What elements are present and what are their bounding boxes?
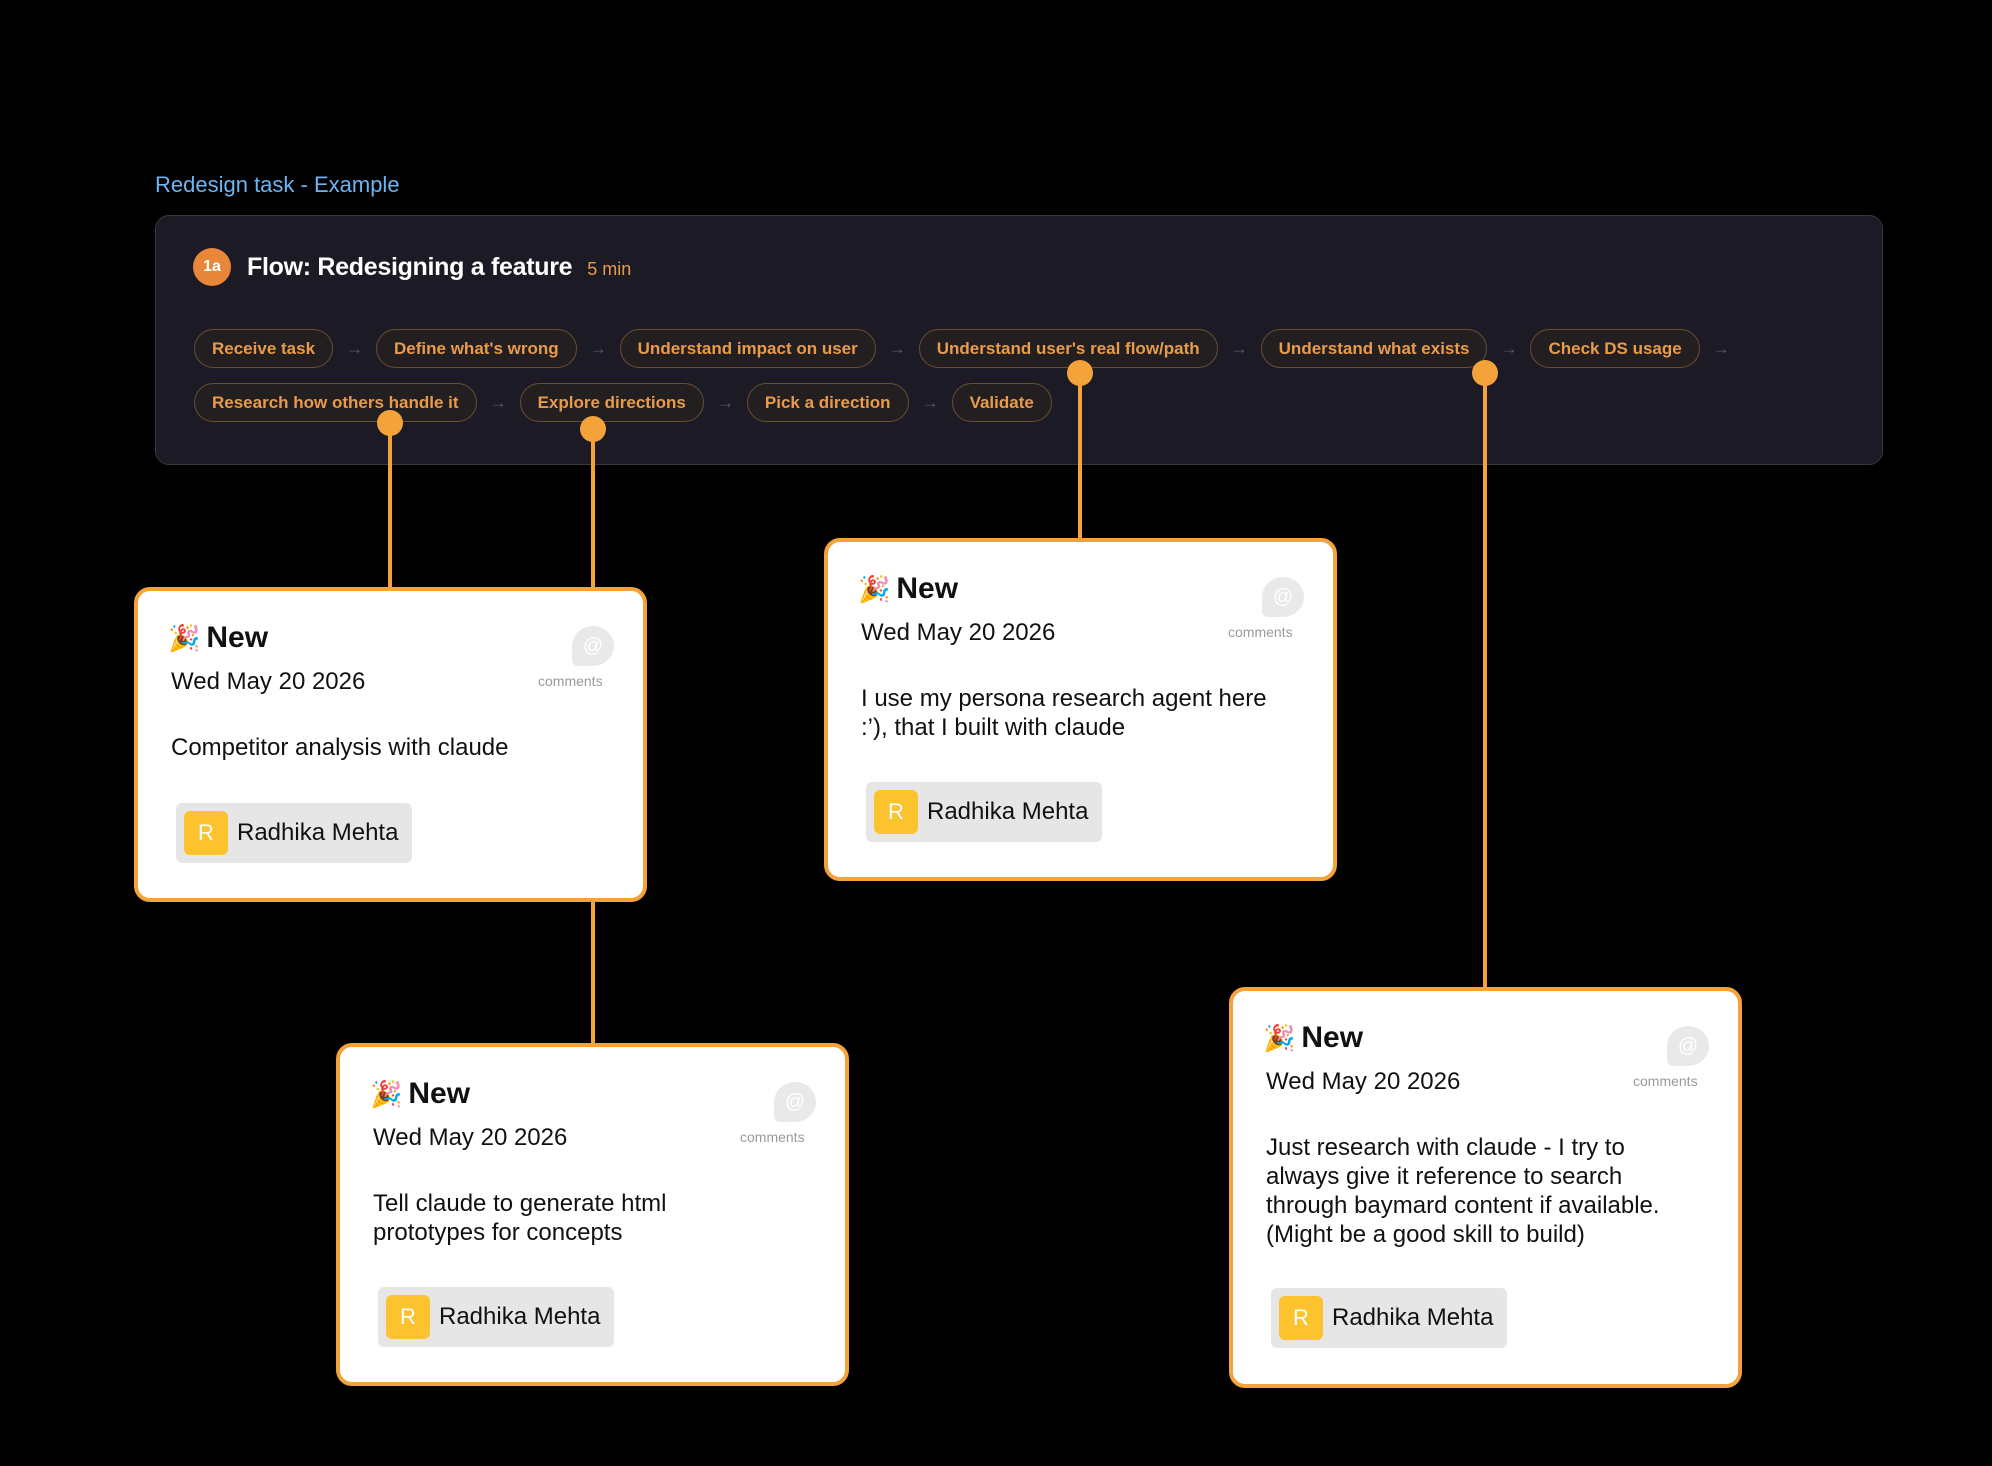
card-date: Wed May 20 2026 xyxy=(373,1124,568,1151)
card-body: Just research with claude - I try to alw… xyxy=(1266,1134,1660,1248)
author-name: Radhika Mehta xyxy=(1332,1304,1494,1331)
party-popper-icon: 🎉 xyxy=(370,1078,403,1109)
comment-at-icon[interactable]: @ xyxy=(1667,1026,1709,1066)
author-chip[interactable]: R Radhika Mehta xyxy=(176,803,413,863)
comments-label: comments xyxy=(1633,1073,1698,1089)
card-body: Competitor analysis with claude xyxy=(171,734,509,761)
card-status: 🎉 New xyxy=(370,1077,471,1110)
card-status: 🎉 New xyxy=(1263,1021,1364,1054)
comment-at-icon[interactable]: @ xyxy=(774,1082,816,1122)
party-popper-icon: 🎉 xyxy=(1263,1022,1296,1053)
connector-dot xyxy=(377,410,403,436)
party-popper-icon: 🎉 xyxy=(168,622,201,653)
connector-dot xyxy=(1472,360,1498,386)
comments-label: comments xyxy=(1228,624,1293,640)
author-chip[interactable]: R Radhika Mehta xyxy=(378,1287,615,1347)
card-date: Wed May 20 2026 xyxy=(171,668,366,695)
card-body: Tell claude to generate html prototypes … xyxy=(373,1190,667,1246)
avatar: R xyxy=(184,811,228,855)
avatar: R xyxy=(386,1295,430,1339)
card-date: Wed May 20 2026 xyxy=(861,619,1056,646)
comments-label: comments xyxy=(740,1129,805,1145)
comments-label: comments xyxy=(538,673,603,689)
author-name: Radhika Mehta xyxy=(439,1303,601,1330)
avatar: R xyxy=(1279,1296,1323,1340)
connector-dot xyxy=(580,416,606,442)
connector-dot xyxy=(1067,360,1093,386)
avatar: R xyxy=(874,790,918,834)
party-popper-icon: 🎉 xyxy=(858,573,891,604)
comment-at-icon[interactable]: @ xyxy=(572,626,614,666)
comment-card[interactable]: 🎉 New Wed May 20 2026 @ comments I use my… xyxy=(824,538,1337,881)
card-status: 🎉 New xyxy=(858,572,959,605)
card-body: I use my persona research agent here :’)… xyxy=(861,685,1267,741)
author-chip[interactable]: R Radhika Mehta xyxy=(1271,1288,1508,1348)
author-chip[interactable]: R Radhika Mehta xyxy=(866,782,1103,842)
comment-at-icon[interactable]: @ xyxy=(1262,577,1304,617)
card-status: 🎉 New xyxy=(168,621,269,654)
author-name: Radhika Mehta xyxy=(237,819,399,846)
comment-card[interactable]: 🎉 New Wed May 20 2026 @ comments Just res… xyxy=(1229,987,1742,1388)
comment-card[interactable]: 🎉 New Wed May 20 2026 @ comments Tell cla… xyxy=(336,1043,849,1386)
card-date: Wed May 20 2026 xyxy=(1266,1068,1461,1095)
comment-card[interactable]: 🎉 New Wed May 20 2026 @ comments Competit… xyxy=(134,587,647,902)
author-name: Radhika Mehta xyxy=(927,798,1089,825)
